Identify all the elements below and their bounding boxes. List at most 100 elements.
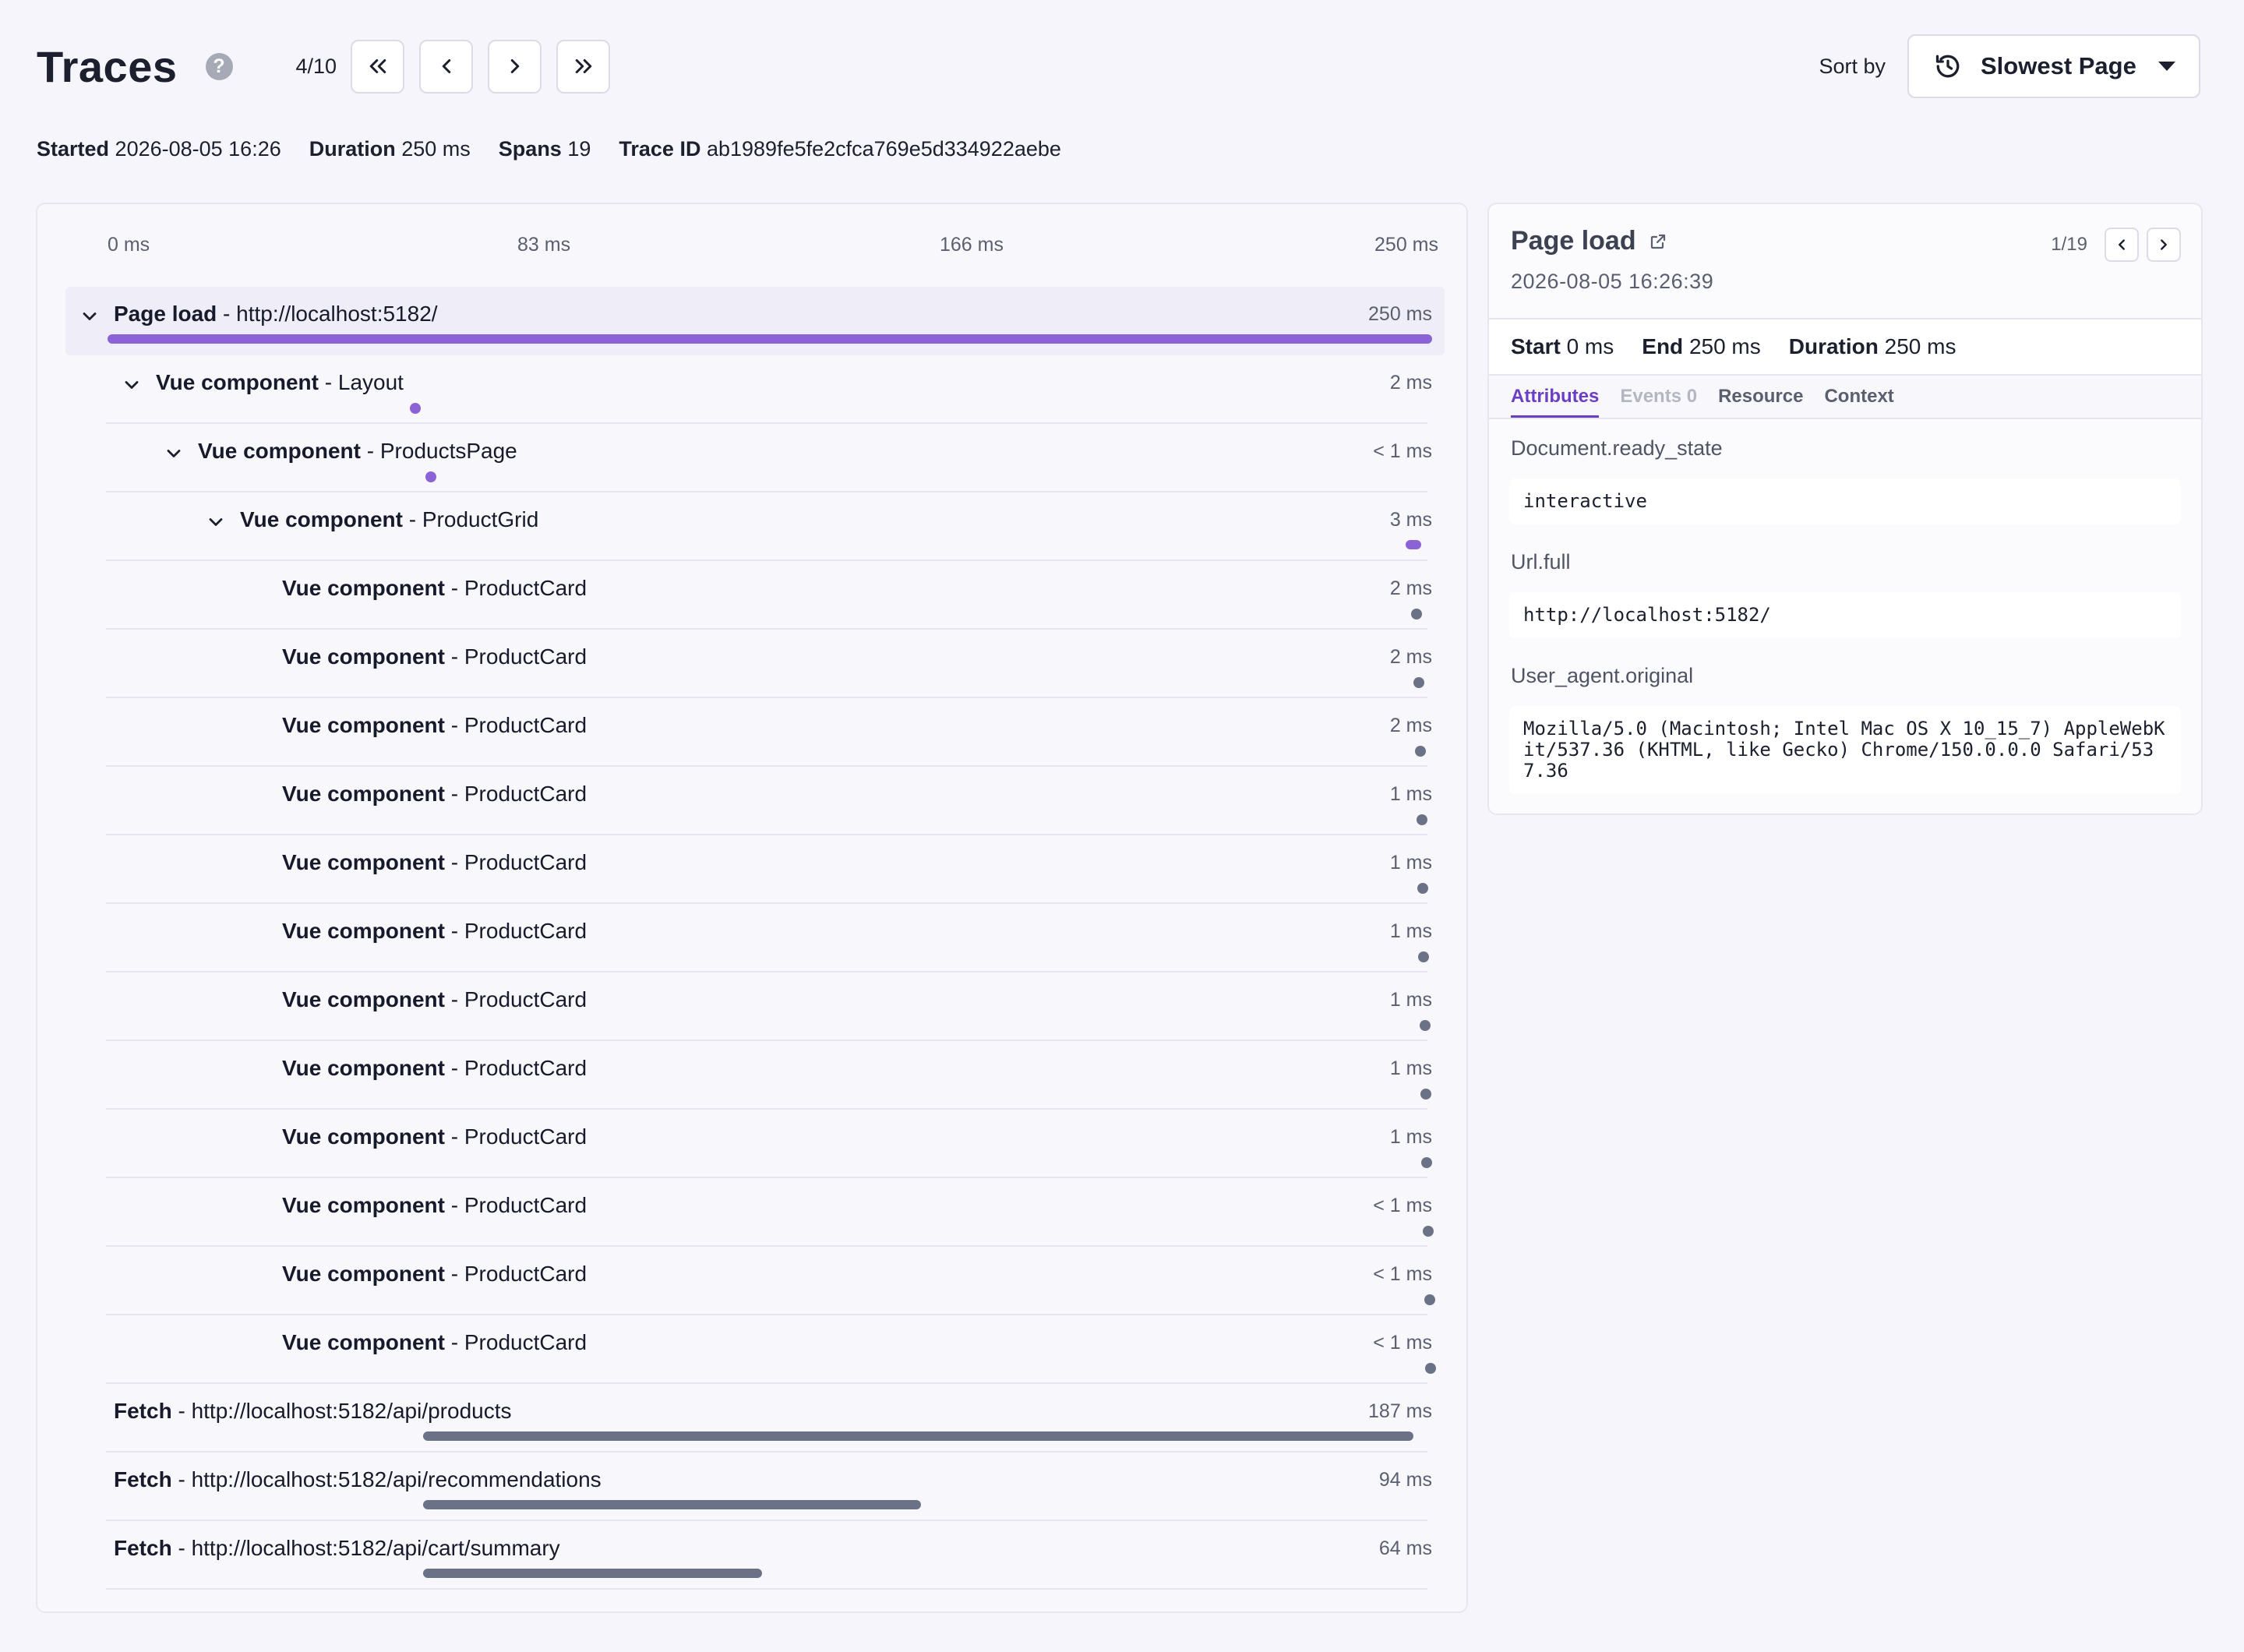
span-pager: 1/19: [2051, 228, 2181, 262]
span-duration: < 1 ms: [1373, 1263, 1432, 1285]
span-duration: 1 ms: [1389, 920, 1432, 942]
span-duration: < 1 ms: [1373, 440, 1432, 462]
previous-trace-button[interactable]: [419, 39, 474, 94]
span-row[interactable]: Fetch - http://localhost:5182/api/produc…: [65, 1384, 1445, 1453]
trace-counter: 4/10: [295, 54, 337, 78]
span-duration: 2 ms: [1389, 646, 1432, 668]
span-name: Vue component - ProductCard: [282, 1193, 587, 1217]
span-duration: 2 ms: [1389, 577, 1432, 599]
next-trace-button[interactable]: [488, 39, 542, 94]
span-name: Vue component - ProductCard: [282, 1124, 587, 1149]
span-duration: 1 ms: [1389, 1057, 1432, 1079]
span-timing-dot: [1424, 1294, 1435, 1305]
span-row[interactable]: Vue component - ProductCard 2 ms: [65, 630, 1445, 698]
attribute-key: Url.full: [1511, 550, 1571, 574]
span-name: Vue component - ProductCard: [282, 919, 587, 943]
span-timing-dot: [1420, 1089, 1432, 1100]
span-start: Start 0 ms: [1511, 334, 1614, 358]
span-row[interactable]: Vue component - ProductCard 2 ms: [65, 561, 1445, 630]
previous-span-button[interactable]: [2105, 228, 2139, 262]
span-row[interactable]: Vue component - ProductCard 1 ms: [65, 972, 1445, 1041]
span-name: Vue component - ProductGrid: [240, 507, 539, 531]
span-duration: 2 ms: [1389, 372, 1432, 394]
span-timing-dot: [1423, 1226, 1434, 1237]
span-timing-bar: [1406, 540, 1422, 549]
axis-tick-label: 83 ms: [517, 234, 571, 256]
next-span-button[interactable]: [2147, 228, 2181, 262]
span-duration: 1 ms: [1389, 852, 1432, 874]
span-name: Vue component - ProductCard: [282, 850, 587, 874]
span-timing-dot: [1419, 1020, 1431, 1031]
span-row[interactable]: Vue component - ProductCard 1 ms: [65, 1041, 1445, 1110]
chevron-down-icon[interactable]: [79, 305, 101, 327]
span-list: Page load - http://localhost:5182/250 ms…: [65, 287, 1445, 1590]
span-row[interactable]: Fetch - http://localhost:5182/api/recomm…: [65, 1453, 1445, 1521]
span-timing-bar: [422, 1569, 762, 1578]
span-row[interactable]: Vue component - ProductCard 1 ms: [65, 835, 1445, 904]
span-row[interactable]: Vue component - ProductCard 2 ms: [65, 698, 1445, 767]
meta-duration: Duration 250 ms: [309, 137, 471, 161]
span-name: Vue component - ProductCard: [282, 576, 587, 600]
span-position: 1/19: [2051, 234, 2087, 255]
span-duration: 187 ms: [1368, 1400, 1432, 1422]
attribute-key: Document.ready_state: [1511, 436, 1723, 460]
span-row[interactable]: Vue component - ProductsPage < 1 ms: [65, 424, 1445, 492]
span-row[interactable]: Vue component - ProductCard 1 ms: [65, 767, 1445, 835]
span-name: Vue component - ProductCard: [282, 1056, 587, 1080]
time-axis: 0 ms 83 ms 166 ms 250 ms: [37, 234, 1466, 260]
span-name: Vue component - ProductCard: [282, 1330, 587, 1354]
sort-dropdown[interactable]: Slowest Page: [1907, 34, 2200, 98]
span-duration: 94 ms: [1378, 1469, 1432, 1491]
history-icon: [1934, 52, 1962, 80]
chevron-down-icon[interactable]: [205, 511, 227, 533]
span-timing-dot: [1417, 883, 1428, 894]
tab-events[interactable]: Events 0: [1620, 376, 1697, 418]
span-row[interactable]: Fetch - http://localhost:5182/api/cart/s…: [65, 1521, 1445, 1590]
attribute-key: User_agent.original: [1511, 664, 1694, 687]
span-row[interactable]: Vue component - Layout 2 ms: [65, 355, 1445, 424]
span-name: Vue component - Layout: [156, 370, 404, 394]
span-timing-dot: [409, 403, 421, 414]
chevron-right-icon: [510, 59, 519, 73]
first-trace-button[interactable]: [351, 39, 405, 94]
span-timing-bar: [422, 1431, 1414, 1441]
span-timing-dot: [1410, 609, 1422, 620]
span-timing-dot: [1418, 951, 1430, 962]
span-row[interactable]: Vue component - ProductCard < 1 ms: [65, 1247, 1445, 1315]
span-name: Vue component - ProductCard: [282, 1262, 587, 1286]
span-timing-bar: [108, 334, 1432, 344]
tab-context[interactable]: Context: [1824, 376, 1893, 418]
span-row[interactable]: Vue component - ProductCard 1 ms: [65, 1110, 1445, 1178]
span-duration: 1 ms: [1389, 989, 1432, 1011]
help-icon[interactable]: ?: [205, 52, 233, 80]
external-link-icon[interactable]: [1649, 232, 1667, 251]
span-row[interactable]: Vue component - ProductGrid 3 ms: [65, 492, 1445, 561]
trace-waterfall-panel: 0 ms 83 ms 166 ms 250 ms Page load - htt…: [36, 203, 1468, 1613]
last-trace-button[interactable]: [556, 39, 611, 94]
chevron-left-icon: [2119, 239, 2125, 250]
header: Traces ? 4/10 Sort by Slowest Page: [37, 34, 2200, 98]
span-row[interactable]: Vue component - ProductCard < 1 ms: [65, 1178, 1445, 1247]
span-row[interactable]: Vue component - ProductCard < 1 ms: [65, 1315, 1445, 1384]
span-timestamp: 2026-08-05 16:26:39: [1511, 270, 1714, 293]
span-timing-bar: [422, 1500, 921, 1509]
span-name: Vue component - ProductCard: [282, 644, 587, 669]
span-row[interactable]: Vue component - ProductCard 1 ms: [65, 904, 1445, 972]
span-timing-dot: [425, 471, 436, 482]
page-title: Traces: [37, 41, 178, 91]
chevrons-right-icon: [575, 59, 591, 73]
span-row[interactable]: Page load - http://localhost:5182/250 ms: [65, 287, 1445, 355]
tab-attributes[interactable]: Attributes: [1511, 376, 1600, 418]
span-duration: 64 ms: [1378, 1537, 1432, 1559]
span-name: Fetch - http://localhost:5182/api/recomm…: [114, 1467, 602, 1491]
span-timing-dot: [1425, 1363, 1437, 1374]
tab-resource[interactable]: Resource: [1718, 376, 1803, 418]
span-timing-dot: [1416, 814, 1427, 825]
chevron-down-icon[interactable]: [121, 374, 143, 396]
sort-label: Sort by: [1819, 54, 1886, 78]
trace-meta: Started 2026-08-05 16:26 Duration 250 ms…: [37, 137, 1061, 161]
span-name: Vue component - ProductCard: [282, 713, 587, 737]
chevron-down-icon[interactable]: [163, 443, 185, 464]
detail-tabs: Attributes Events 0 Resource Context: [1489, 374, 2201, 419]
span-duration: 250 ms: [1368, 303, 1432, 325]
